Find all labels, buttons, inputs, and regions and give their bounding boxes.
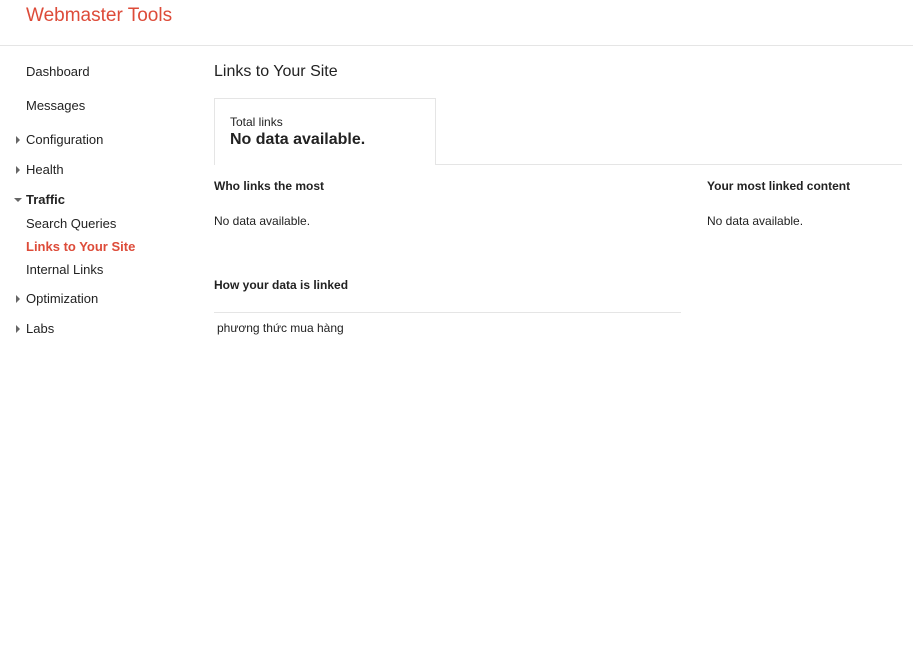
collapse-arrow-icon[interactable]	[14, 198, 22, 202]
total-links-label: Total links	[230, 115, 283, 129]
expand-arrow-icon[interactable]	[16, 295, 20, 303]
divider	[214, 312, 681, 313]
most-linked-text: No data available.	[707, 214, 804, 228]
sidebar-item-labs[interactable]: Labs	[26, 321, 54, 336]
sidebar-item-traffic[interactable]: Traffic	[26, 192, 65, 207]
sidebar-item-links-to-your-site[interactable]: Links to Your Site	[26, 239, 135, 254]
who-links-heading: Who links the most	[214, 179, 325, 193]
total-links-value: No data available.	[230, 131, 366, 148]
app-title[interactable]: Webmaster Tools	[26, 5, 172, 27]
most-linked-heading: Your most linked content	[707, 179, 851, 193]
sidebar-item-internal-links[interactable]: Internal Links	[26, 262, 103, 277]
sidebar-item-search-queries[interactable]: Search Queries	[26, 216, 116, 231]
sidebar-item-dashboard[interactable]: Dashboard	[26, 64, 90, 79]
header: Webmaster Tools	[0, 0, 913, 46]
sidebar-item-configuration[interactable]: Configuration	[26, 132, 103, 147]
who-links-text: No data available.	[214, 214, 311, 228]
sidebar-item-health[interactable]: Health	[26, 162, 64, 177]
expand-arrow-icon[interactable]	[16, 136, 20, 144]
total-links-card: Total links No data available.	[214, 98, 436, 165]
expand-arrow-icon[interactable]	[16, 325, 20, 333]
how-linked-item[interactable]: phương thức mua hàng	[217, 321, 344, 335]
page: Webmaster Tools Dashboard Messages Confi…	[0, 0, 913, 664]
how-linked-heading: How your data is linked	[214, 278, 349, 292]
expand-arrow-icon[interactable]	[16, 166, 20, 174]
page-title: Links to Your Site	[214, 63, 338, 80]
sidebar-item-messages[interactable]: Messages	[26, 98, 85, 113]
divider	[435, 164, 902, 165]
sidebar-item-optimization[interactable]: Optimization	[26, 291, 98, 306]
